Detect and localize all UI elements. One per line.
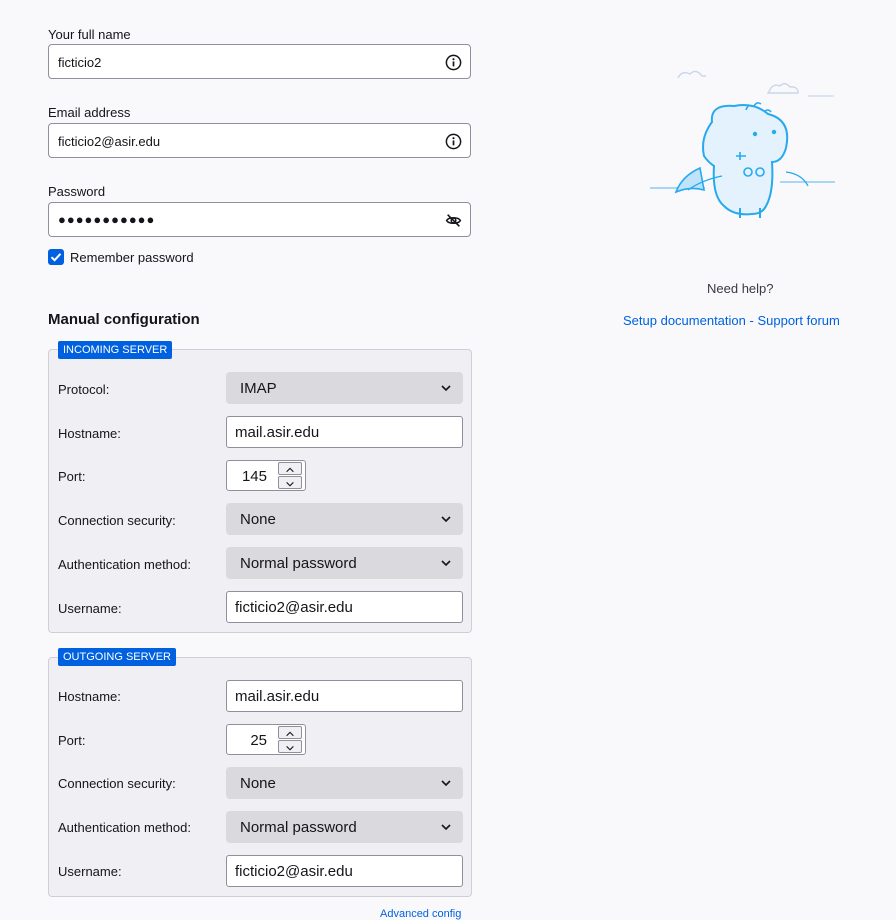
incoming-protocol-value: IMAP <box>240 380 277 397</box>
advanced-config-link[interactable]: Advanced config <box>380 908 461 920</box>
incoming-auth-value: Normal password <box>240 555 357 572</box>
chevron-down-icon <box>286 745 294 751</box>
full-name-value: ficticio2 <box>58 55 102 70</box>
password-value: ●●●●●●●●●●● <box>58 212 156 227</box>
manual-config-title: Manual configuration <box>48 311 200 328</box>
incoming-security-value: None <box>240 511 276 528</box>
outgoing-security-select[interactable]: None <box>226 767 463 799</box>
outgoing-port-value: 25 <box>250 732 267 749</box>
outgoing-auth-label: Authentication method: <box>58 820 191 835</box>
support-forum-link[interactable]: Support forum <box>757 313 839 328</box>
chevron-down-icon <box>441 560 451 567</box>
outgoing-port-stepper[interactable]: 25 <box>226 724 306 755</box>
outgoing-security-label: Connection security: <box>58 776 176 791</box>
incoming-security-select[interactable]: None <box>226 503 463 535</box>
incoming-hostname-input[interactable]: mail.asir.edu <box>226 416 463 448</box>
chevron-down-icon <box>286 481 294 487</box>
incoming-hostname-value: mail.asir.edu <box>235 424 320 441</box>
help-links: Setup documentation - Support forum <box>623 313 840 328</box>
incoming-username-value: ficticio2@asir.edu <box>235 599 353 616</box>
port-decrement-button[interactable] <box>278 740 302 753</box>
email-value: ficticio2@asir.edu <box>58 134 161 149</box>
incoming-protocol-label: Protocol: <box>58 382 110 397</box>
outgoing-username-input[interactable]: ficticio2@asir.edu <box>226 855 463 887</box>
incoming-username-input[interactable]: ficticio2@asir.edu <box>226 591 463 623</box>
need-help-text: Need help? <box>707 281 774 296</box>
info-icon[interactable] <box>445 133 462 150</box>
outgoing-port-label: Port: <box>58 733 86 748</box>
chevron-down-icon <box>441 385 451 392</box>
outgoing-security-value: None <box>240 775 276 792</box>
incoming-username-label: Username: <box>58 601 122 616</box>
outgoing-auth-select[interactable]: Normal password <box>226 811 463 843</box>
outgoing-hostname-value: mail.asir.edu <box>235 688 320 705</box>
outgoing-auth-value: Normal password <box>240 819 357 836</box>
chevron-up-icon <box>286 467 294 473</box>
chevron-up-icon <box>286 731 294 737</box>
outgoing-server-legend: OUTGOING SERVER <box>58 648 176 666</box>
chevron-down-icon <box>441 824 451 831</box>
chevron-down-icon <box>441 780 451 787</box>
outgoing-hostname-label: Hostname: <box>58 689 121 704</box>
port-increment-button[interactable] <box>278 462 302 475</box>
outgoing-username-label: Username: <box>58 864 122 879</box>
port-increment-button[interactable] <box>278 726 302 739</box>
port-decrement-button[interactable] <box>278 476 302 489</box>
eye-off-icon[interactable] <box>445 212 462 229</box>
incoming-security-label: Connection security: <box>58 513 176 528</box>
remember-password-label[interactable]: Remember password <box>70 250 194 265</box>
chevron-down-icon <box>441 516 451 523</box>
check-icon <box>50 253 62 262</box>
incoming-server-legend: INCOMING SERVER <box>58 341 173 359</box>
remember-password-checkbox[interactable] <box>48 249 64 265</box>
outgoing-hostname-input[interactable]: mail.asir.edu <box>226 680 463 712</box>
incoming-port-stepper[interactable]: 145 <box>226 460 306 491</box>
dinosaur-illustration <box>650 70 835 218</box>
full-name-label: Your full name <box>48 27 131 42</box>
outgoing-username-value: ficticio2@asir.edu <box>235 863 353 880</box>
setup-documentation-link[interactable]: Setup documentation <box>623 313 746 328</box>
full-name-field[interactable]: ficticio2 <box>48 44 471 79</box>
password-label: Password <box>48 184 106 199</box>
help-links-separator: - <box>749 313 754 328</box>
incoming-hostname-label: Hostname: <box>58 426 121 441</box>
incoming-port-value: 145 <box>241 468 267 485</box>
password-field[interactable]: ●●●●●●●●●●● <box>48 202 471 237</box>
info-icon[interactable] <box>445 54 462 71</box>
incoming-auth-label: Authentication method: <box>58 557 191 572</box>
email-field[interactable]: ficticio2@asir.edu <box>48 123 471 158</box>
incoming-port-label: Port: <box>58 469 86 484</box>
incoming-auth-select[interactable]: Normal password <box>226 547 463 579</box>
incoming-protocol-select[interactable]: IMAP <box>226 372 463 404</box>
email-label: Email address <box>48 105 131 120</box>
